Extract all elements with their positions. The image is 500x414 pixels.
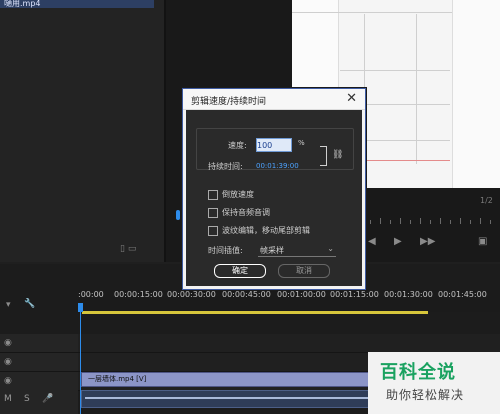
duration-value[interactable]: 00:01:39:00 bbox=[256, 162, 299, 170]
ruler-tick bbox=[490, 220, 491, 224]
cancel-button[interactable]: 取消 bbox=[278, 264, 330, 278]
new-bin-icon[interactable]: ▯ bbox=[120, 244, 125, 254]
ruler-tick bbox=[480, 218, 481, 224]
timecode: 00:01:45:00 bbox=[438, 290, 487, 299]
percent-label: % bbox=[298, 139, 305, 147]
eye-icon[interactable]: ◉ bbox=[4, 376, 12, 386]
ruler-tick bbox=[400, 218, 401, 224]
maintain-audio-checkbox[interactable] bbox=[208, 208, 218, 218]
ruler-tick bbox=[410, 220, 411, 224]
track-header-v2: ◉ bbox=[0, 353, 78, 372]
timeline-playhead-line[interactable] bbox=[80, 312, 81, 414]
ruler-tick bbox=[430, 220, 431, 224]
program-resolution[interactable]: 1/2 bbox=[480, 196, 493, 205]
timeline-tools: ▾ 🔧 bbox=[0, 296, 78, 316]
watermark: 百科全说 助你轻松解决 bbox=[368, 352, 500, 414]
clip-speed-duration-dialog: 剪辑速度/持续时间 ✕ 速度: % 持续时间: 00:01:39:00 ⛓ 倒放… bbox=[182, 88, 366, 290]
timeline-playhead-handle[interactable] bbox=[78, 303, 83, 312]
wrench-icon[interactable]: 🔧 bbox=[24, 299, 35, 309]
ruler-tick bbox=[390, 220, 391, 224]
timecode: 00:00:30:00 bbox=[167, 290, 216, 299]
maintain-audio-label: 保持音频音调 bbox=[222, 208, 270, 217]
track-header-a1: M S 🎤 bbox=[0, 388, 78, 414]
timecode: 00:00:15:00 bbox=[114, 290, 163, 299]
timeline-ruler[interactable]: :00:00 00:00:15:00 00:00:30:00 00:00:45:… bbox=[78, 290, 500, 312]
export-frame-icon[interactable]: ▣ bbox=[478, 236, 487, 247]
frame-vline bbox=[416, 14, 417, 164]
frame-right-panel bbox=[452, 0, 500, 188]
ripple-edit-checkbox[interactable] bbox=[208, 226, 218, 236]
timecode: :00:00 bbox=[78, 290, 104, 299]
link-icon[interactable]: ⛓ bbox=[332, 150, 343, 160]
ripple-edit-label: 波纹编辑，移动尾部剪辑 bbox=[222, 226, 310, 235]
watermark-title: 百科全说 bbox=[380, 362, 456, 383]
reverse-label: 倒放速度 bbox=[222, 190, 254, 199]
new-item-icon[interactable]: ▭ bbox=[128, 244, 137, 254]
timecode: 00:01:15:00 bbox=[330, 290, 379, 299]
snap-icon[interactable]: ▾ bbox=[6, 300, 11, 310]
eye-icon[interactable]: ◉ bbox=[4, 338, 12, 348]
ruler-tick bbox=[440, 218, 441, 224]
program-ruler[interactable] bbox=[366, 214, 500, 224]
ruler-tick bbox=[470, 220, 471, 224]
eye-icon[interactable]: ◉ bbox=[4, 357, 12, 367]
speed-label: 速度: bbox=[228, 141, 247, 150]
close-icon[interactable]: ✕ bbox=[346, 91, 357, 106]
project-panel: 嗵用.mp4 ▯ ▭ bbox=[0, 0, 166, 262]
chevron-down-icon: ⌄ bbox=[327, 244, 334, 253]
play-icon[interactable]: ▶ bbox=[394, 236, 402, 247]
source-playhead[interactable] bbox=[176, 210, 180, 220]
clip-name-fragment[interactable]: 嗵用.mp4 bbox=[0, 0, 154, 8]
ok-button[interactable]: 确定 bbox=[214, 264, 266, 278]
duration-label: 持续时间: bbox=[208, 162, 243, 171]
interpolation-value: 帧采样 bbox=[260, 246, 284, 255]
step-forward-icon[interactable]: ▶▶ bbox=[420, 236, 435, 247]
reverse-checkbox[interactable] bbox=[208, 190, 218, 200]
speed-input[interactable] bbox=[256, 138, 292, 152]
solo-icon[interactable]: S bbox=[24, 394, 30, 404]
track-header-v3: ◉ bbox=[0, 334, 78, 353]
mic-icon[interactable]: 🎤 bbox=[42, 394, 53, 404]
frame-line bbox=[340, 70, 450, 71]
dialog-title: 剪辑速度/持续时间 bbox=[191, 97, 267, 107]
program-transport-controls: ◀ ▶ ▶▶ ▣ bbox=[366, 236, 500, 250]
timecode: 00:01:00:00 bbox=[277, 290, 326, 299]
project-panel-icons: ▯ ▭ bbox=[120, 244, 136, 254]
ruler-tick bbox=[370, 220, 371, 224]
ruler-tick bbox=[420, 218, 421, 224]
watermark-subtitle: 助你轻松解决 bbox=[386, 388, 465, 402]
step-back-icon[interactable]: ◀ bbox=[368, 236, 376, 247]
mute-icon[interactable]: M bbox=[4, 394, 12, 404]
interpolation-select[interactable]: 帧采样 ⌄ bbox=[258, 244, 336, 257]
dialog-body: 速度: % 持续时间: 00:01:39:00 ⛓ 倒放速度 保持音频音调 波纹… bbox=[186, 110, 362, 286]
timecode: 00:00:45:00 bbox=[222, 290, 271, 299]
track-row-v3[interactable] bbox=[78, 334, 500, 353]
ruler-tick bbox=[380, 218, 381, 224]
ruler-tick bbox=[450, 220, 451, 224]
work-area-bar[interactable] bbox=[82, 311, 428, 314]
video-clip-label: 一层墙体.mp4 [V] bbox=[88, 375, 147, 383]
dialog-title-bar[interactable]: 剪辑速度/持续时间 ✕ bbox=[183, 89, 365, 110]
timecode: 00:01:30:00 bbox=[384, 290, 433, 299]
link-bracket bbox=[320, 146, 327, 166]
ruler-tick bbox=[460, 218, 461, 224]
interpolation-label: 时间插值: bbox=[208, 246, 243, 255]
